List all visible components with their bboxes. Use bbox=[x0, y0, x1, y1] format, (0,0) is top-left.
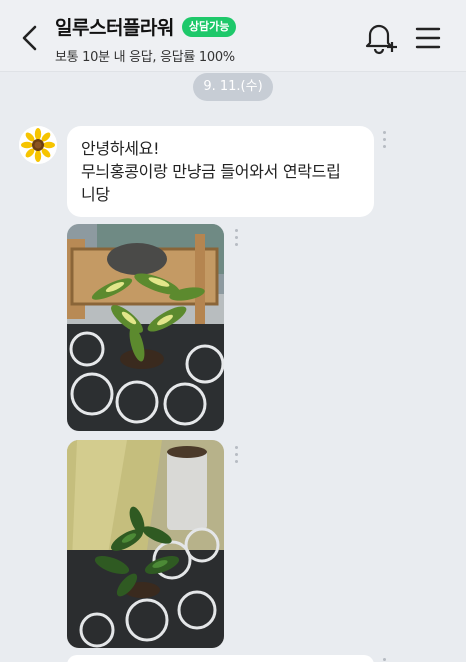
more-vertical-icon[interactable] bbox=[382, 131, 388, 153]
more-vertical-icon[interactable] bbox=[234, 446, 240, 468]
more-vertical-icon[interactable] bbox=[234, 229, 240, 251]
more-vertical-icon[interactable] bbox=[382, 658, 388, 662]
photo-image bbox=[67, 440, 224, 648]
chat-header: 일루스터플라워 상담가능 보통 10분 내 응답, 응답률 100% bbox=[0, 0, 466, 72]
message-line: 안녕하세요! bbox=[81, 139, 160, 158]
message-bubble[interactable]: 안녕하세요! 무늬홍콩이랑 만냥금 들어와서 연락드립 니당 bbox=[67, 126, 374, 217]
plant-photo[interactable] bbox=[67, 224, 224, 431]
message-bubble[interactable] bbox=[67, 655, 374, 662]
chevron-left-icon bbox=[22, 25, 37, 51]
status-badge: 상담가능 bbox=[181, 16, 237, 37]
avatar[interactable] bbox=[19, 126, 57, 164]
date-separator: 9. 11.(수) bbox=[193, 73, 273, 101]
back-button[interactable] bbox=[16, 22, 44, 54]
plant-photo[interactable] bbox=[67, 440, 224, 648]
sunflower-icon bbox=[19, 126, 57, 164]
notification-add-button[interactable] bbox=[362, 22, 398, 56]
hamburger-menu-icon bbox=[415, 27, 441, 49]
menu-button[interactable] bbox=[413, 24, 443, 52]
bell-plus-icon bbox=[365, 24, 397, 55]
chat-title: 일루스터플라워 bbox=[55, 17, 174, 39]
message-line: 니당 bbox=[81, 185, 110, 204]
photo-image bbox=[67, 224, 224, 431]
message-line: 무늬홍콩이랑 만냥금 들어와서 연락드립 bbox=[81, 162, 341, 181]
response-info: 보통 10분 내 응답, 응답률 100% bbox=[55, 50, 235, 65]
chat-title-area[interactable]: 일루스터플라워 상담가능 보통 10분 내 응답, 응답률 100% bbox=[55, 13, 237, 65]
